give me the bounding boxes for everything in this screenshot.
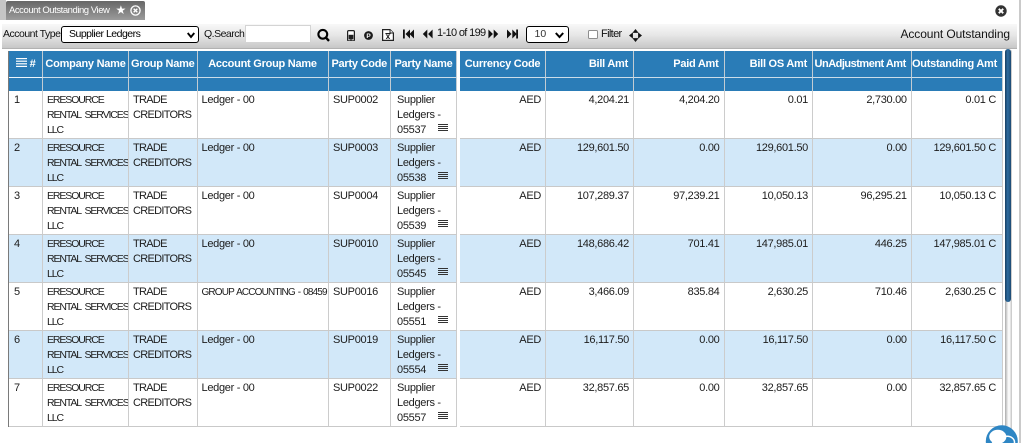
svg-text:P: P	[366, 33, 371, 40]
